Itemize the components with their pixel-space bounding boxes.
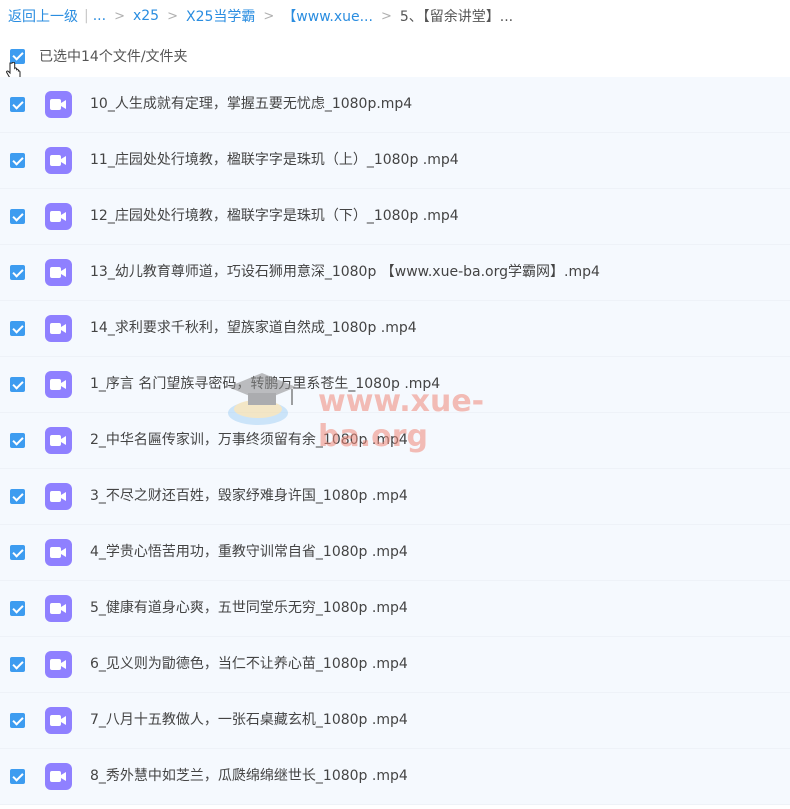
file-name[interactable]: 13_幼儿教育尊师道，巧设石狮用意深_1080p 【www.xue-ba.org… [90,263,600,281]
video-icon [45,763,72,790]
file-row[interactable]: 1_序言 名门望族寻密码，转鹏万里系苍生_1080p .mp4 [0,357,790,413]
row-checkbox[interactable] [10,433,25,448]
file-name[interactable]: 11_庄园处处行境教，楹联字字是珠玑（上）_1080p .mp4 [90,151,459,169]
video-icon [45,707,72,734]
back-link[interactable]: 返回上一级 [8,6,78,26]
video-icon [45,259,72,286]
breadcrumb: 返回上一级 | ... > x25 > X25当学霸 > 【www.xue...… [8,6,513,26]
video-icon [45,147,72,174]
file-name[interactable]: 5_健康有道身心爽，五世同堂乐无穷_1080p .mp4 [90,599,408,617]
row-checkbox[interactable] [10,545,25,560]
file-name[interactable]: 4_学贵心悟苦用功，重教守训常自省_1080p .mp4 [90,543,408,561]
file-row[interactable]: 4_学贵心悟苦用功，重教守训常自省_1080p .mp4 [0,525,790,581]
file-row[interactable]: 6_见义则为勖德色，当仁不让养心苗_1080p .mp4 [0,637,790,693]
file-name[interactable]: 7_八月十五教做人，一张石桌藏玄机_1080p .mp4 [90,711,408,729]
file-name[interactable]: 3_不尽之财还百姓，毁家纾难身许国_1080p .mp4 [90,487,408,505]
video-icon [45,483,72,510]
file-row[interactable]: 7_八月十五教做人，一张石桌藏玄机_1080p .mp4 [0,693,790,749]
file-row[interactable]: 2_中华名匾传家训，万事终须留有余_1080p .mp4 [0,413,790,469]
file-row[interactable]: 14_求利要求千秋利，望族家道自然成_1080p .mp4 [0,301,790,357]
file-name[interactable]: 8_秀外慧中如芝兰，瓜瓞绵绵继世长_1080p .mp4 [90,767,408,785]
breadcrumb-pipe: | [84,8,89,24]
file-row[interactable]: 3_不尽之财还百姓，毁家纾难身许国_1080p .mp4 [0,469,790,525]
file-list: 10_人生成就有定理，掌握五要无忧虑_1080p.mp4 11_庄园处处行境教，… [0,77,790,805]
row-checkbox[interactable] [10,489,25,504]
breadcrumb-separator: > [263,8,275,24]
file-row[interactable]: 13_幼儿教育尊师道，巧设石狮用意深_1080p 【www.xue-ba.org… [0,245,790,301]
file-name[interactable]: 2_中华名匾传家训，万事终须留有余_1080p .mp4 [90,431,408,449]
row-checkbox[interactable] [10,265,25,280]
breadcrumb-separator: > [114,8,125,24]
breadcrumb-current: 5、【留余讲堂】... [399,9,514,25]
file-row[interactable]: 12_庄园处处行境教，楹联字字是珠玑（下）_1080p .mp4 [0,189,790,245]
breadcrumb-item-x25[interactable]: x25 [133,8,159,24]
video-icon [45,371,72,398]
file-name[interactable]: 10_人生成就有定理，掌握五要无忧虑_1080p.mp4 [90,95,412,113]
file-row[interactable]: 8_秀外慧中如芝兰，瓜瓞绵绵继世长_1080p .mp4 [0,749,790,805]
breadcrumb-separator: > [167,8,178,24]
breadcrumb-ellipsis[interactable]: ... [93,8,106,24]
file-name[interactable]: 12_庄园处处行境教，楹联字字是珠玑（下）_1080p .mp4 [90,207,459,225]
row-checkbox[interactable] [10,713,25,728]
video-icon [45,539,72,566]
row-checkbox[interactable] [10,209,25,224]
selection-bar: 已选中14个文件/文件夹 [6,45,188,81]
row-checkbox[interactable] [10,601,25,616]
breadcrumb-item-www-xue[interactable]: 【www.xue... [282,6,373,26]
row-checkbox[interactable] [10,97,25,112]
row-checkbox[interactable] [10,657,25,672]
row-checkbox[interactable] [10,321,25,336]
video-icon [45,595,72,622]
video-icon [45,91,72,118]
file-name[interactable]: 1_序言 名门望族寻密码，转鹏万里系苍生_1080p .mp4 [90,375,440,393]
video-icon [45,315,72,342]
file-row[interactable]: 5_健康有道身心爽，五世同堂乐无穷_1080p .mp4 [0,581,790,637]
row-checkbox[interactable] [10,377,25,392]
file-row[interactable]: 10_人生成就有定理，掌握五要无忧虑_1080p.mp4 [0,77,790,133]
select-all-checkbox[interactable] [6,48,25,81]
file-name[interactable]: 14_求利要求千秋利，望族家道自然成_1080p .mp4 [90,319,417,337]
file-row[interactable]: 11_庄园处处行境教，楹联字字是珠玑（上）_1080p .mp4 [0,133,790,189]
breadcrumb-item-x25-xueba[interactable]: X25当学霸 [186,6,255,26]
file-name[interactable]: 6_见义则为勖德色，当仁不让养心苗_1080p .mp4 [90,655,408,673]
selection-count-label: 已选中14个文件/文件夹 [39,49,188,65]
video-icon [45,651,72,678]
video-icon [45,203,72,230]
row-checkbox[interactable] [10,153,25,168]
breadcrumb-separator: > [380,8,392,24]
row-checkbox[interactable] [10,769,25,784]
video-icon [45,427,72,454]
